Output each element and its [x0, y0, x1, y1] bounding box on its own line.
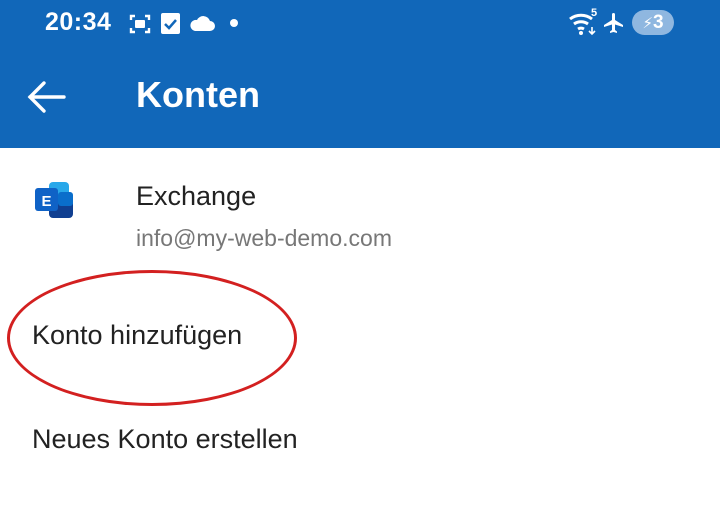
- battery-bolt-icon: ⚡: [642, 15, 653, 32]
- page-title: Konten: [136, 74, 260, 115]
- screenshot-icon: [129, 14, 151, 34]
- back-arrow-icon: [27, 81, 66, 113]
- status-bar: 20:34 5 ⚡3: [0, 0, 720, 46]
- create-account-label: Neues Konto erstellen: [32, 424, 298, 454]
- account-email: info@my-web-demo.com: [136, 225, 392, 251]
- create-account-button[interactable]: Neues Konto erstellen: [0, 400, 720, 480]
- back-button[interactable]: [20, 72, 80, 122]
- account-item-exchange[interactable]: E Exchange info@my-web-demo.com: [0, 148, 720, 260]
- wifi-label: 5: [591, 7, 598, 19]
- status-time: 20:34: [45, 8, 112, 36]
- exchange-logo-icon: E: [35, 182, 73, 218]
- battery-indicator: ⚡3: [632, 10, 674, 35]
- app-bar: Konten: [0, 46, 720, 148]
- checkbox-notification-icon: [161, 13, 180, 34]
- add-account-button[interactable]: Konto hinzufügen: [0, 296, 720, 376]
- battery-level: 3: [652, 12, 664, 33]
- airplane-mode-icon: [604, 13, 623, 33]
- cloud-icon: [190, 16, 215, 31]
- dot-icon: [230, 19, 238, 27]
- add-account-label: Konto hinzufügen: [32, 320, 243, 350]
- account-name: Exchange: [136, 181, 257, 211]
- exchange-logo-letter: E: [41, 193, 51, 210]
